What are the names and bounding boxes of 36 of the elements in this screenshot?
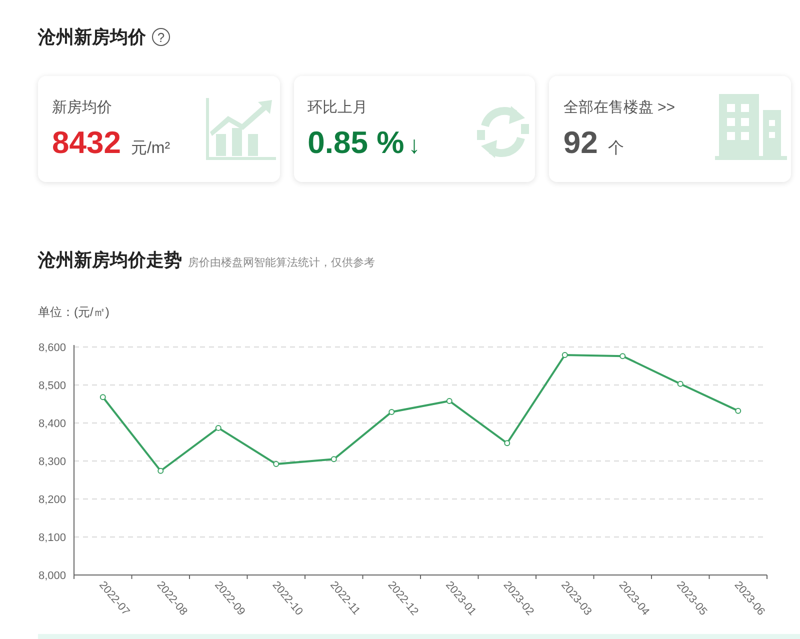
data-point <box>215 424 222 431</box>
y-tick-label: 8,000 <box>38 570 66 582</box>
card-label: 环比上月 <box>308 98 368 117</box>
data-point <box>446 398 452 404</box>
data-point <box>504 440 510 446</box>
y-tick-label: 8,300 <box>38 456 66 468</box>
card-label[interactable]: 全部在售楼盘 >> <box>563 98 676 117</box>
growth-chart-icon <box>206 98 276 160</box>
data-point <box>677 380 684 387</box>
y-tick-label: 8,400 <box>38 418 66 430</box>
data-point <box>273 461 280 468</box>
card-value: 92 <box>563 125 598 161</box>
data-point <box>620 353 626 360</box>
unit-label: 单位：(元/㎡) <box>38 304 110 321</box>
page-title: 沧州新房均价 <box>38 26 146 49</box>
data-point <box>100 394 106 400</box>
help-icon[interactable]: ? <box>152 28 170 46</box>
y-tick-label: 8,200 <box>38 494 66 506</box>
data-point <box>330 456 337 462</box>
data-point <box>735 408 742 414</box>
y-tick-label: 8,500 <box>38 380 66 392</box>
unit-label: 元/m² <box>130 139 170 159</box>
data-point <box>388 408 395 415</box>
section-title: 沧州新房均价走势 <box>38 249 182 272</box>
unit-label: 个 <box>608 139 624 159</box>
building-icon <box>715 94 788 160</box>
data-point <box>562 352 568 358</box>
section-note: 房价由楼盘网智能算法统计，仅供参考 <box>188 256 375 270</box>
down-arrow-icon: ↓ <box>408 132 420 160</box>
y-tick-label: 8,100 <box>38 532 66 544</box>
card-label: 新房均价 <box>52 98 112 117</box>
refresh-icon <box>475 104 532 160</box>
card-value: 8432 <box>52 125 121 161</box>
data-point <box>158 468 164 474</box>
card-value: 0.85 % <box>308 125 404 161</box>
y-tick-label: 8,600 <box>38 342 66 354</box>
